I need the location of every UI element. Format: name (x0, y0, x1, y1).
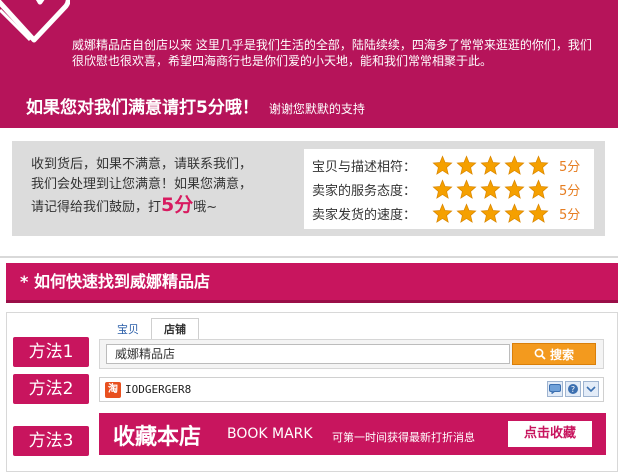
bookmark-title-cn: 收藏本店 (113, 425, 202, 450)
star-icon (432, 154, 453, 175)
bookmark-title-en: BOOK MARK (227, 426, 313, 442)
star-icon (504, 154, 525, 175)
divider (0, 256, 618, 258)
tab-store[interactable]: 店铺 (151, 318, 199, 340)
rating-row: 宝贝与描述相符： 5分 (312, 153, 594, 177)
banner-intro-text: 威娜精品店自创店以来 这里几乎是我们生活的全部，陆陆续续，四海多了常常来逛逛的你… (72, 38, 592, 68)
star-icon (480, 154, 501, 175)
star-icon (528, 154, 549, 175)
taobao-icon: 淘 (105, 382, 121, 398)
search-bar: 威娜精品店 搜索 (99, 339, 604, 369)
section-title: * 如何快速找到威娜精品店 (6, 263, 618, 303)
star-rating (432, 178, 549, 200)
rating-score: 5分 (559, 207, 581, 223)
bookmark-banner: 收藏本店 BOOK MARK 可第一时间获得最新打折消息 点击收藏 (99, 413, 606, 455)
star-icon (480, 202, 501, 223)
rating-scores: 宝贝与描述相符： 5分 卖家的服务态度： 5分 卖家发货的速度： 5分 (304, 149, 594, 229)
find-store-methods: 方法1 宝贝 店铺 威娜精品店 搜索 方法2 淘 IODGERGER8 ? 方法… (6, 312, 618, 472)
rating-message-line1: 收到货后，如果不满意，请联系我们， (31, 157, 253, 172)
rating-label: 宝贝与描述相符： (312, 159, 417, 175)
rating-label: 卖家的服务态度： (312, 183, 417, 199)
rating-message-line3-suffix: 哦~ (193, 200, 218, 215)
chat-icon[interactable] (547, 381, 563, 397)
star-icon (432, 202, 453, 223)
bookmark-desc: 可第一时间获得最新打折消息 (332, 431, 475, 444)
banner-slogan-sub: 谢谢您默默的支持 (268, 102, 365, 116)
wangwang-id[interactable]: IODGERGER8 (125, 382, 191, 398)
banner-slogan: 如果您对我们满意请打5分哦！ 谢谢您默默的支持 (26, 93, 365, 118)
help-icon[interactable]: ? (565, 381, 581, 397)
banner-slogan-main: 如果您对我们满意请打5分哦！ (26, 98, 259, 118)
rating-score: 5分 (559, 159, 581, 175)
star-icon (456, 154, 477, 175)
star-icon (432, 178, 453, 199)
rating-message-line2: 我们会处理到让您满意！如果您满意， (31, 177, 253, 192)
search-tabs: 宝贝 店铺 (105, 318, 199, 340)
rating-row: 卖家发货的速度： 5分 (312, 201, 594, 225)
rating-message: 收到货后，如果不满意，请联系我们， 我们会处理到让您满意！如果您满意， 请记得给… (31, 155, 301, 218)
search-input[interactable]: 威娜精品店 (106, 344, 510, 364)
rating-message-line3-prefix: 请记得给我们鼓励，打 (31, 200, 162, 215)
search-button-label: 搜索 (549, 347, 574, 362)
star-icon (504, 178, 525, 199)
star-icon (456, 202, 477, 223)
chevron-down-icon[interactable] (583, 381, 599, 397)
method2-label: 方法2 (13, 374, 89, 404)
wangwang-bar: 淘 IODGERGER8 ? (99, 377, 604, 402)
heart-icon (0, 0, 70, 43)
rating-score: 5分 (559, 183, 581, 199)
svg-text:?: ? (571, 385, 575, 394)
star-icon (504, 202, 525, 223)
wangwang-actions: ? (547, 381, 599, 397)
search-button[interactable]: 搜索 (512, 343, 596, 365)
star-icon (456, 178, 477, 199)
bookmark-button[interactable]: 点击收藏 (508, 421, 592, 447)
star-icon (480, 178, 501, 199)
star-rating (432, 202, 549, 224)
rating-highlight-5: 5分 (161, 194, 194, 216)
method3-label: 方法3 (13, 426, 89, 456)
star-rating (432, 154, 549, 176)
star-icon (528, 178, 549, 199)
search-icon (534, 348, 546, 360)
rating-label: 卖家发货的速度： (312, 207, 417, 223)
rating-message-line3: 请记得给我们鼓励，打5分哦~ (31, 195, 301, 218)
rating-row: 卖家的服务态度： 5分 (312, 177, 594, 201)
method1-label: 方法1 (13, 337, 89, 367)
top-banner: 威娜精品店自创店以来 这里几乎是我们生活的全部，陆陆续续，四海多了常常来逛逛的你… (0, 0, 618, 128)
rating-panel: 收到货后，如果不满意，请联系我们， 我们会处理到让您满意！如果您满意， 请记得给… (12, 141, 605, 236)
tab-item[interactable]: 宝贝 (105, 320, 151, 340)
star-icon (528, 202, 549, 223)
